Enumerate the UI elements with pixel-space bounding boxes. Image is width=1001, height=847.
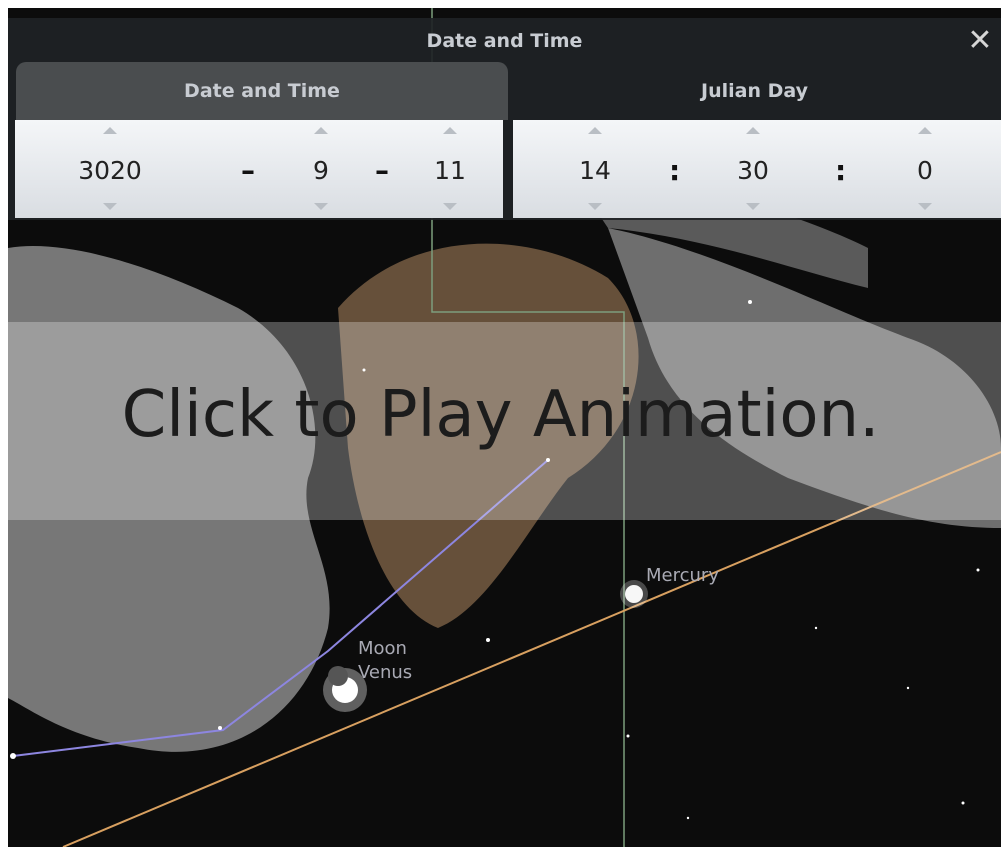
- day-up-arrow-icon[interactable]: [443, 127, 457, 134]
- year-spinbox[interactable]: 3020: [55, 120, 165, 218]
- time-separator: :: [835, 154, 847, 187]
- month-spinbox[interactable]: 9: [283, 120, 359, 218]
- date-separator: –: [241, 154, 255, 187]
- year-value[interactable]: 3020: [55, 156, 165, 186]
- venus-label: Venus: [358, 662, 413, 683]
- close-icon[interactable]: ✕: [963, 24, 997, 58]
- hour-value[interactable]: 14: [555, 156, 635, 186]
- play-animation-text[interactable]: Click to Play Animation.: [0, 378, 1001, 452]
- month-up-arrow-icon[interactable]: [314, 127, 328, 134]
- tab-date-and-time[interactable]: Date and Time: [16, 62, 508, 120]
- year-down-arrow-icon[interactable]: [103, 203, 117, 210]
- hour-down-arrow-icon[interactable]: [588, 203, 602, 210]
- minute-up-arrow-icon[interactable]: [746, 127, 760, 134]
- day-value[interactable]: 11: [411, 156, 489, 186]
- second-value[interactable]: 0: [885, 156, 965, 186]
- date-fields: 3020 – 9 – 11: [15, 120, 503, 218]
- day-spinbox[interactable]: 11: [411, 120, 489, 218]
- month-value[interactable]: 9: [283, 156, 359, 186]
- second-up-arrow-icon[interactable]: [918, 127, 932, 134]
- time-fields: 14 : 30 : 0: [513, 120, 1001, 218]
- minute-down-arrow-icon[interactable]: [746, 203, 760, 210]
- tab-julian-day[interactable]: Julian Day: [508, 62, 1001, 120]
- hour-spinbox[interactable]: 14: [555, 120, 635, 218]
- minute-value[interactable]: 30: [713, 156, 793, 186]
- minute-spinbox[interactable]: 30: [713, 120, 793, 218]
- date-separator: –: [375, 154, 389, 187]
- mercury-label: Mercury: [646, 565, 719, 586]
- month-down-arrow-icon[interactable]: [314, 203, 328, 210]
- dialog-title: Date and Time: [426, 30, 583, 52]
- moon-label: Moon: [358, 638, 407, 659]
- year-up-arrow-icon[interactable]: [103, 127, 117, 134]
- second-down-arrow-icon[interactable]: [918, 203, 932, 210]
- hour-up-arrow-icon[interactable]: [588, 127, 602, 134]
- day-down-arrow-icon[interactable]: [443, 203, 457, 210]
- second-spinbox[interactable]: 0: [885, 120, 965, 218]
- time-separator: :: [669, 154, 681, 187]
- date-time-dialog: Date and Time ✕ Date and Time Julian Day…: [8, 18, 1001, 220]
